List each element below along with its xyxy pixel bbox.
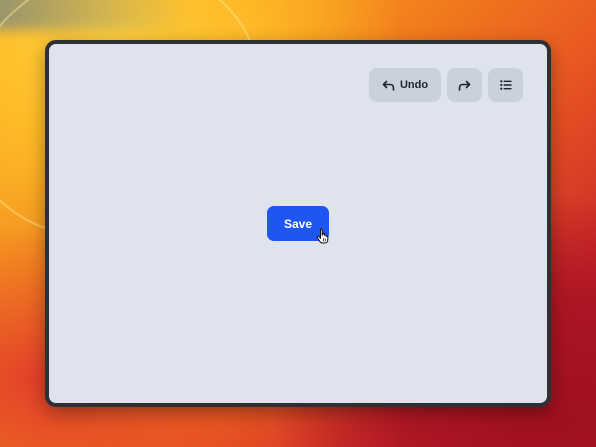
list-button[interactable] <box>488 68 523 102</box>
toolbar: Undo <box>369 68 523 102</box>
redo-arrow-icon <box>458 80 471 91</box>
desktop-wallpaper: Undo Save <box>0 0 596 447</box>
app-window: Undo Save <box>45 40 551 407</box>
undo-label: Undo <box>399 79 429 91</box>
redo-button[interactable] <box>447 68 482 102</box>
undo-button[interactable]: Undo <box>369 68 441 102</box>
list-icon <box>499 80 512 90</box>
undo-arrow-icon <box>382 80 395 91</box>
hand-pointer-cursor-icon <box>316 228 330 244</box>
